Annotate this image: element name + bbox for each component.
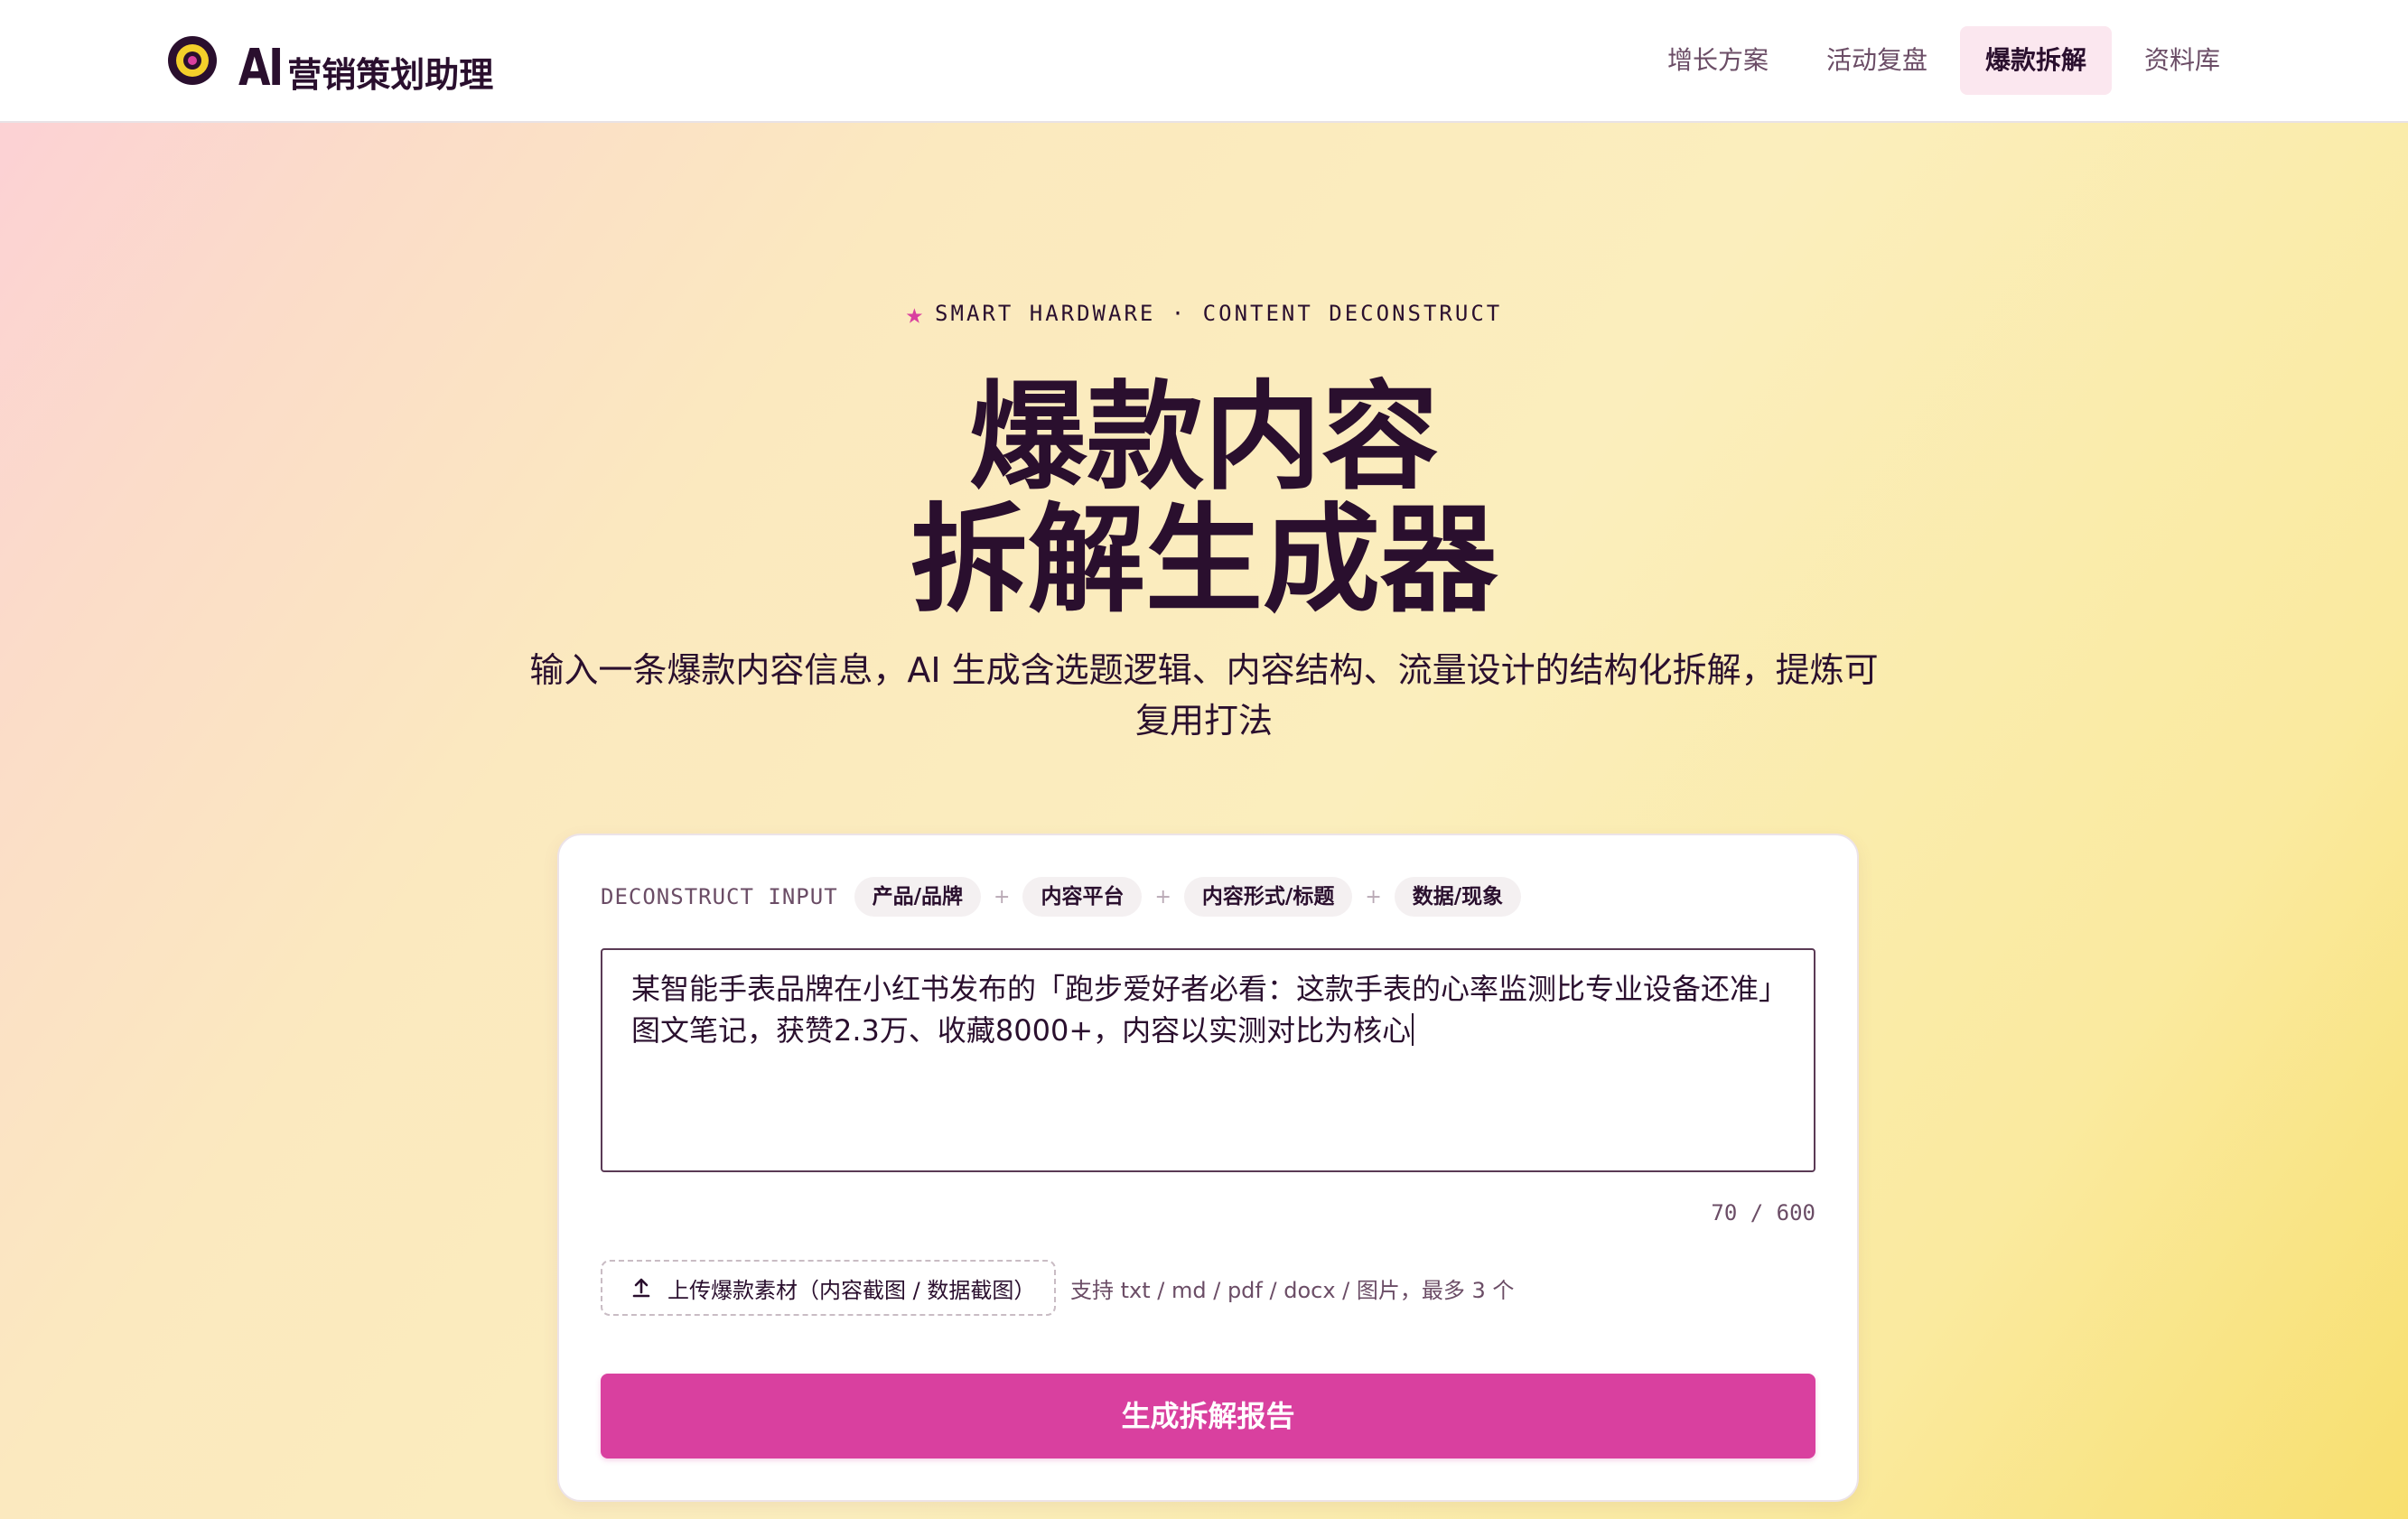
chip-platform[interactable]: 内容平台 xyxy=(1022,877,1143,917)
hero-eyebrow: ★ SMART HARDWARE · CONTENT DECONSTRUCT xyxy=(0,296,2408,331)
nav-item-library[interactable]: 资料库 xyxy=(2119,26,2245,95)
content-input-value: 某智能手表品牌在小红书发布的「跑步爱好者必看：这款手表的心率监测比专业设备还准」… xyxy=(631,972,1774,1048)
text-caret xyxy=(1412,1013,1414,1046)
deconstruct-form-card: DECONSTRUCT INPUT 产品/品牌 + 内容平台 + 内容形式/标题… xyxy=(557,834,1859,1502)
title-line-2: 拆解生成器 xyxy=(910,491,1498,629)
nav-item-campaign-review[interactable]: 活动复盘 xyxy=(1801,26,1953,95)
upload-icon xyxy=(632,1278,650,1298)
input-label-row: DECONSTRUCT INPUT 产品/品牌 + 内容平台 + 内容形式/标题… xyxy=(601,877,1522,917)
top-header: AI 营销策划助理 增长方案 活动复盘 爆款拆解 资料库 xyxy=(0,0,2408,123)
upload-button-label: 上传爆款素材（内容截图 / 数据截图） xyxy=(667,1277,1036,1303)
logo-target-icon[interactable] xyxy=(168,36,217,85)
upload-hint: 支持 txt / md / pdf / docx / 图片，最多 3 个 xyxy=(1070,1277,1515,1303)
brand-name: 营销策划助理 xyxy=(287,55,494,95)
input-label: DECONSTRUCT INPUT xyxy=(601,884,838,909)
brand[interactable]: AI 营销策划助理 xyxy=(238,25,493,98)
chip-format-title[interactable]: 内容形式/标题 xyxy=(1183,877,1353,917)
content-input[interactable]: 某智能手表品牌在小红书发布的「跑步爱好者必看：这款手表的心率监测比专业设备还准」… xyxy=(601,948,1815,1172)
chip-product-brand[interactable]: 产品/品牌 xyxy=(854,877,982,917)
plus-separator: + xyxy=(994,885,1011,909)
page-subtitle: 输入一条爆款内容信息，AI 生成含选题逻辑、内容结构、流量设计的结构化拆解，提炼… xyxy=(529,650,1879,741)
generate-report-button[interactable]: 生成拆解报告 xyxy=(601,1374,1815,1458)
upload-row: 上传爆款素材（内容截图 / 数据截图） 支持 txt / md / pdf / … xyxy=(601,1258,1514,1318)
brand-ai-mark: AI xyxy=(238,39,284,98)
eyebrow-text: SMART HARDWARE · CONTENT DECONSTRUCT xyxy=(935,301,1503,326)
upload-button[interactable]: 上传爆款素材（内容截图 / 数据截图） xyxy=(601,1260,1056,1316)
main-nav: 增长方案 活动复盘 爆款拆解 资料库 xyxy=(1635,26,2245,95)
star-icon: ★ xyxy=(905,296,927,331)
char-counter: 70 / 600 xyxy=(1711,1200,1815,1225)
plus-separator: + xyxy=(1154,885,1171,909)
nav-item-viral-deconstruct[interactable]: 爆款拆解 xyxy=(1959,26,2112,95)
page-title: 爆款内容 拆解生成器 xyxy=(0,376,2408,621)
nav-item-growth-plan[interactable]: 增长方案 xyxy=(1642,26,1794,95)
plus-separator: + xyxy=(1365,885,1382,909)
chip-data-phenomenon[interactable]: 数据/现象 xyxy=(1394,877,1522,917)
title-line-1: 爆款内容 xyxy=(968,368,1439,506)
